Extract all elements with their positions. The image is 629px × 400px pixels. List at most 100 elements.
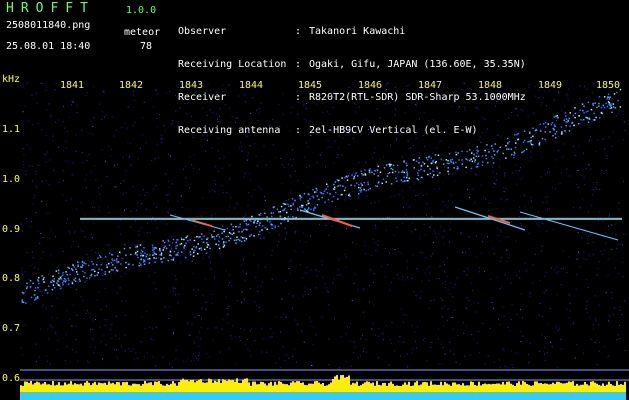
signal-pixel xyxy=(595,116,597,119)
noise-pixel xyxy=(463,161,464,163)
noise-pixel xyxy=(496,172,498,174)
noise-pixel xyxy=(258,84,260,86)
noise-pixel xyxy=(199,331,201,333)
signal-pixel xyxy=(496,151,498,153)
noise-pixel xyxy=(546,352,548,353)
noise-pixel xyxy=(258,306,260,308)
level-bar-base xyxy=(198,392,200,400)
noise-pixel xyxy=(202,257,204,259)
noise-pixel xyxy=(310,269,312,271)
noise-pixel xyxy=(493,253,495,255)
noise-pixel xyxy=(432,253,434,255)
signal-pixel xyxy=(277,225,280,227)
noise-pixel xyxy=(524,205,526,207)
signal-pixel xyxy=(71,281,74,284)
noise-pixel xyxy=(98,290,100,292)
level-bar-base xyxy=(506,392,508,400)
level-bar-base xyxy=(172,392,174,400)
level-bar-base xyxy=(268,392,270,400)
noise-pixel xyxy=(166,92,167,94)
level-bar-base xyxy=(218,392,220,400)
noise-pixel xyxy=(101,185,102,187)
signal-pixel xyxy=(574,116,576,119)
level-bar xyxy=(194,382,196,392)
level-bar xyxy=(288,385,290,392)
level-bar xyxy=(426,382,428,392)
noise-pixel xyxy=(398,251,400,253)
noise-pixel xyxy=(130,82,132,84)
level-bar-base xyxy=(620,392,622,400)
signal-pixel xyxy=(461,159,463,161)
noise-pixel xyxy=(407,365,409,367)
level-bar xyxy=(456,384,458,392)
noise-pixel xyxy=(335,128,337,130)
signal-pixel xyxy=(406,173,409,175)
noise-pixel xyxy=(339,274,341,276)
level-bar-base xyxy=(52,392,54,400)
signal-pixel xyxy=(84,272,86,274)
level-bar-base xyxy=(232,392,234,400)
noise-pixel xyxy=(583,86,585,88)
level-bar xyxy=(464,385,466,392)
noise-pixel xyxy=(621,244,623,246)
noise-pixel xyxy=(438,233,440,235)
noise-pixel xyxy=(191,116,193,118)
noise-pixel xyxy=(478,352,480,354)
noise-pixel xyxy=(236,203,238,205)
noise-pixel xyxy=(576,259,578,260)
signal-pixel xyxy=(522,141,525,143)
noise-pixel xyxy=(106,259,108,261)
level-bar xyxy=(492,383,494,392)
signal-pixel xyxy=(313,207,315,210)
noise-pixel xyxy=(102,334,104,336)
noise-pixel xyxy=(577,170,579,171)
noise-pixel xyxy=(406,260,408,262)
noise-pixel xyxy=(564,105,566,107)
level-bar xyxy=(436,384,438,392)
noise-pixel xyxy=(442,201,444,203)
signal-pixel xyxy=(367,183,369,186)
signal-pixel xyxy=(608,98,610,100)
signal-pixel xyxy=(213,236,215,238)
signal-pixel xyxy=(385,181,387,183)
noise-pixel xyxy=(172,242,174,244)
noise-pixel xyxy=(515,164,517,166)
level-bar-base xyxy=(468,392,470,400)
signal-pixel xyxy=(297,209,299,211)
noise-pixel xyxy=(115,335,117,337)
signal-pixel xyxy=(448,162,450,165)
level-bar-base xyxy=(348,392,350,400)
noise-pixel xyxy=(89,313,91,315)
level-bar-base xyxy=(26,392,28,400)
noise-pixel xyxy=(243,257,245,259)
level-bar xyxy=(36,381,38,392)
signal-pixel xyxy=(461,163,463,165)
noise-pixel xyxy=(353,341,355,343)
signal-pixel xyxy=(181,238,183,241)
level-bar-base xyxy=(330,392,332,400)
noise-pixel xyxy=(64,127,66,129)
noise-pixel xyxy=(430,300,432,301)
noise-pixel xyxy=(212,189,214,191)
noise-pixel xyxy=(439,141,441,143)
signal-pixel xyxy=(327,198,330,201)
level-bar-base xyxy=(320,392,322,400)
noise-pixel xyxy=(426,214,427,216)
signal-pixel xyxy=(136,245,138,248)
signal-pixel xyxy=(228,231,231,234)
level-bar xyxy=(28,383,30,392)
level-bar-base xyxy=(418,392,420,400)
noise-pixel xyxy=(568,317,570,319)
noise-pixel xyxy=(250,330,251,332)
noise-pixel xyxy=(256,305,258,307)
noise-pixel xyxy=(442,153,444,155)
noise-pixel xyxy=(185,166,187,168)
noise-pixel xyxy=(367,88,369,90)
signal-pixel xyxy=(196,236,198,238)
signal-pixel xyxy=(491,148,494,150)
level-bar xyxy=(562,383,564,392)
noise-pixel xyxy=(459,363,461,365)
noise-pixel xyxy=(538,314,540,316)
noise-pixel xyxy=(226,308,228,310)
noise-pixel xyxy=(381,86,383,87)
